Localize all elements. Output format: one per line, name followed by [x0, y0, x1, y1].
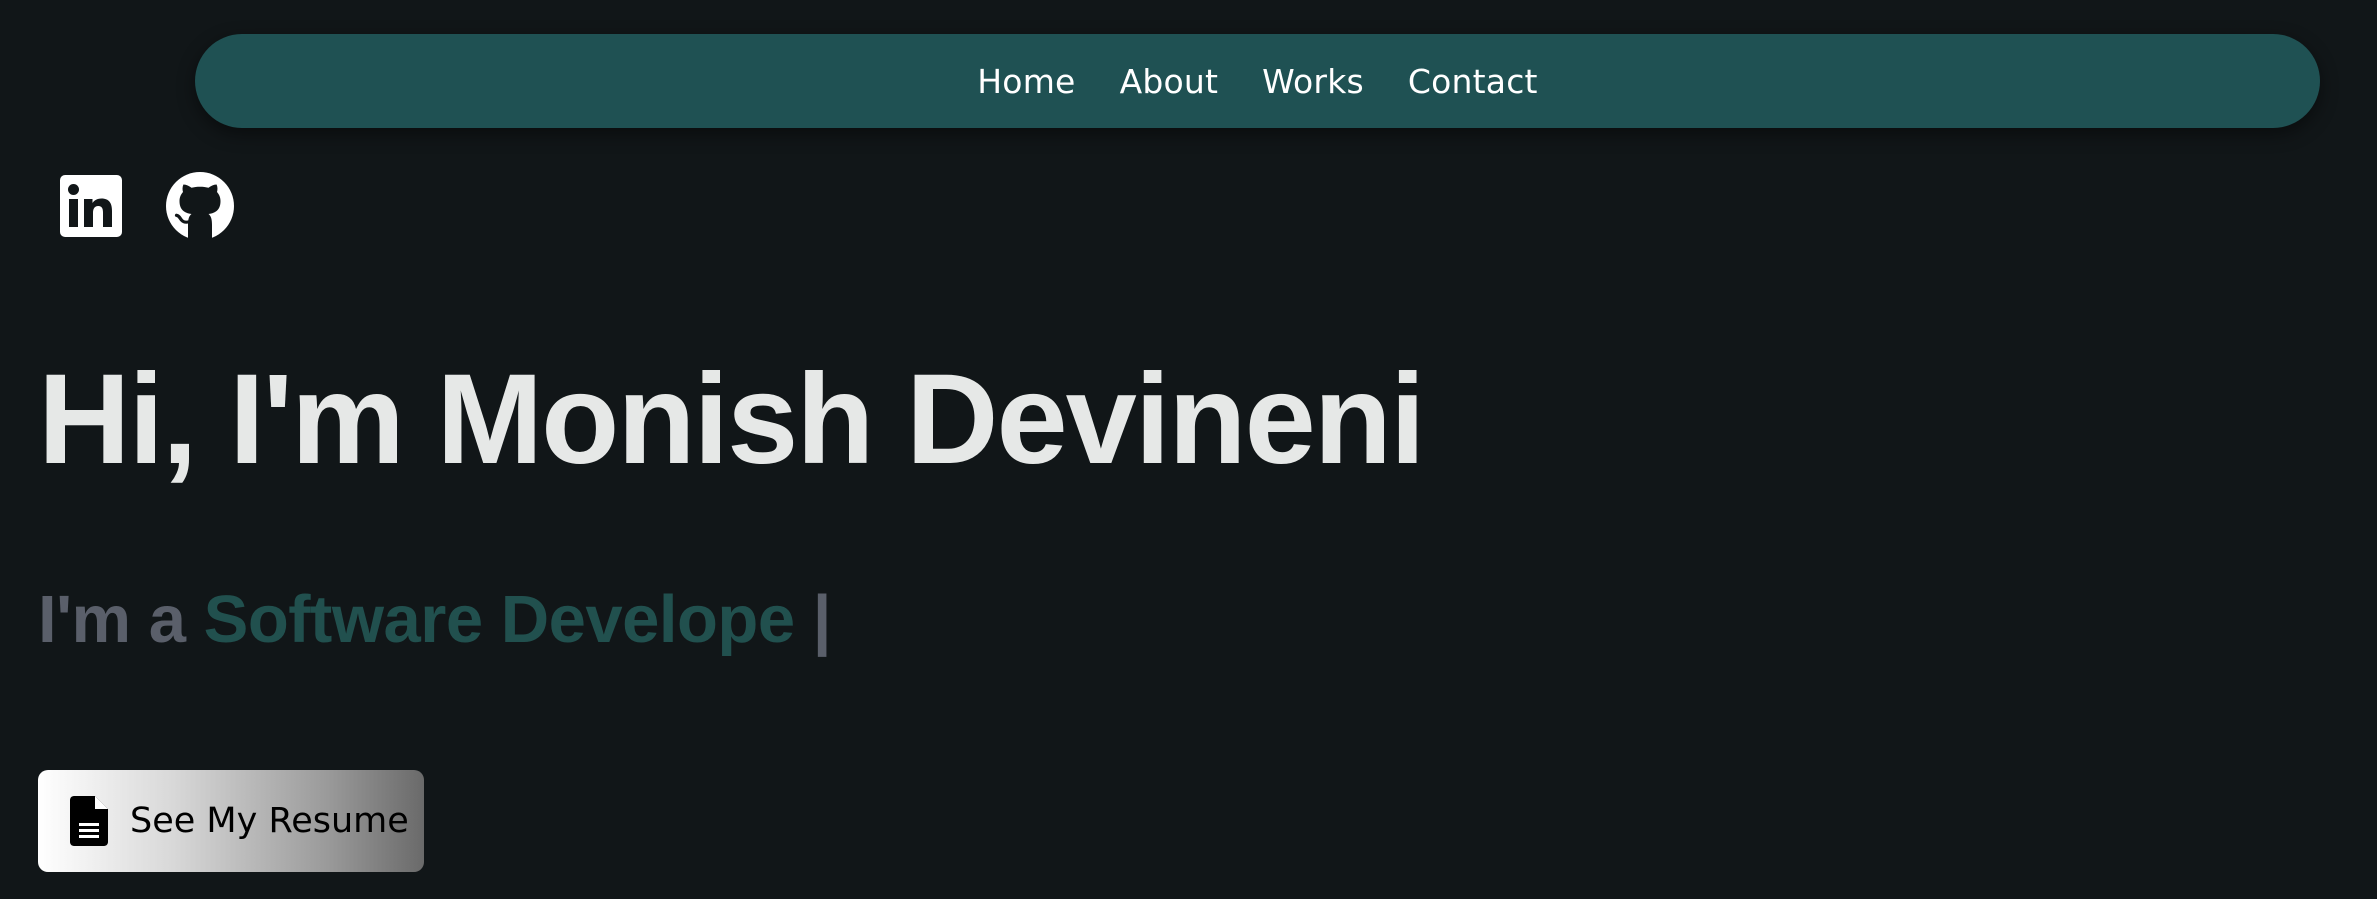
nav-works-link[interactable]: Works	[1262, 62, 1364, 101]
resume-button-label: See My Resume	[130, 801, 409, 841]
github-icon	[166, 172, 234, 240]
subtitle-prefix: I'm a	[38, 582, 204, 657]
nav-home-link[interactable]: Home	[977, 62, 1075, 101]
typing-cursor: |	[794, 582, 832, 657]
nav-about-link[interactable]: About	[1120, 62, 1219, 101]
social-links	[60, 172, 234, 245]
hero-subtitle: I'm a Software Develope |	[38, 575, 831, 665]
linkedin-icon	[60, 175, 122, 237]
document-icon	[70, 796, 108, 846]
typed-role-text: Software Develope	[203, 582, 795, 657]
linkedin-link[interactable]	[60, 175, 122, 242]
top-navbar: Home About Works Contact	[195, 34, 2320, 128]
github-link[interactable]	[166, 172, 234, 245]
nav-contact-link[interactable]: Contact	[1408, 62, 1538, 101]
hero-title: Hi, I'm Monish Devineni	[38, 348, 1425, 491]
portfolio-page: Home About Works Contact Hi, I'm Monish …	[0, 0, 2377, 899]
see-resume-button[interactable]: See My Resume	[38, 770, 424, 872]
